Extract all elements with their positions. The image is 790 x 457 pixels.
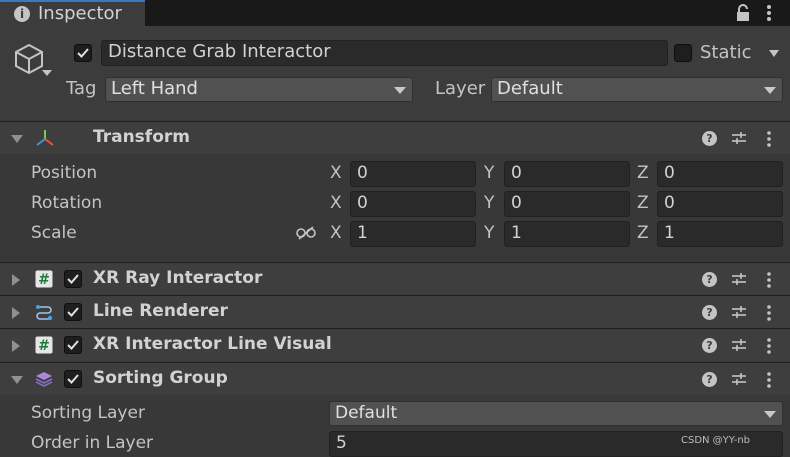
- transform-icon: [36, 130, 54, 146]
- component-enabled-checkbox[interactable]: [64, 270, 82, 288]
- layer-value: Default: [497, 78, 563, 99]
- presets-icon[interactable]: [731, 337, 747, 353]
- script-icon: #: [35, 336, 53, 354]
- rotation-y-input[interactable]: 0: [504, 191, 630, 217]
- rotation-label: Rotation: [31, 193, 103, 213]
- component-menu-icon[interactable]: [766, 304, 772, 322]
- help-icon[interactable]: ?: [702, 305, 717, 320]
- scale-x-input[interactable]: 1: [350, 221, 476, 247]
- watermark-text: CSDN @YY-nb: [680, 435, 750, 446]
- axis-z-label: Z: [637, 163, 649, 183]
- foldout-open-icon[interactable]: [11, 135, 23, 143]
- layer-label: Layer: [435, 78, 486, 99]
- component-title: Sorting Group: [93, 368, 228, 388]
- component-enabled-checkbox[interactable]: [64, 303, 82, 321]
- axis-y-label: Y: [484, 163, 495, 183]
- checkmark-icon: [67, 340, 79, 350]
- component-title: XR Ray Interactor: [93, 268, 263, 288]
- icon-dropdown-arrow[interactable]: [42, 70, 52, 76]
- rotation-x-input[interactable]: 0: [350, 191, 476, 217]
- checkmark-icon: [67, 374, 79, 384]
- unlinked-chain-icon[interactable]: [296, 225, 316, 241]
- tag-label: Tag: [66, 78, 97, 99]
- help-icon[interactable]: ?: [702, 372, 717, 387]
- help-icon[interactable]: ?: [702, 131, 717, 146]
- presets-icon[interactable]: [731, 371, 747, 387]
- axis-y-label: Y: [484, 223, 495, 243]
- sorting-layer-value: Default: [335, 403, 398, 423]
- svg-text:#: #: [38, 338, 50, 354]
- layer-dropdown[interactable]: Default: [491, 77, 783, 102]
- lock-icon[interactable]: [734, 3, 752, 23]
- object-name-input[interactable]: Distance Grab Interactor: [101, 40, 668, 66]
- position-y-input[interactable]: 0: [504, 161, 630, 187]
- foldout-closed-icon[interactable]: [12, 307, 20, 319]
- chevron-down-icon: [394, 87, 406, 94]
- component-enabled-checkbox[interactable]: [64, 336, 82, 354]
- foldout-open-icon[interactable]: [11, 376, 23, 384]
- presets-icon[interactable]: [731, 130, 747, 146]
- component-header-xr-ray-interactor[interactable]: # XR Ray Interactor ?: [0, 262, 790, 295]
- help-icon[interactable]: ?: [702, 272, 717, 287]
- gameobject-cube-icon: [15, 43, 43, 75]
- component-menu-icon[interactable]: [766, 337, 772, 355]
- scale-y-input[interactable]: 1: [504, 221, 630, 247]
- component-header-xr-interactor-line-visual[interactable]: # XR Interactor Line Visual ?: [0, 328, 790, 361]
- position-label: Position: [31, 163, 98, 183]
- scale-label: Scale: [31, 223, 77, 243]
- svg-text:#: #: [38, 272, 50, 288]
- position-z-input[interactable]: 0: [657, 161, 783, 187]
- component-menu-icon[interactable]: [766, 130, 772, 148]
- component-menu-icon[interactable]: [766, 371, 772, 389]
- component-title: XR Interactor Line Visual: [93, 334, 332, 354]
- order-in-layer-label: Order in Layer: [31, 433, 154, 453]
- component-header-line-renderer[interactable]: Line Renderer ?: [0, 295, 790, 328]
- foldout-closed-icon[interactable]: [12, 274, 20, 286]
- component-enabled-checkbox[interactable]: [64, 370, 82, 388]
- presets-icon[interactable]: [731, 271, 747, 287]
- chevron-down-icon: [764, 411, 776, 418]
- object-header: Distance Grab Interactor Static Tag Left…: [0, 26, 790, 120]
- transform-header[interactable]: Transform ?: [0, 121, 790, 154]
- info-icon: i: [14, 6, 30, 22]
- line-renderer-icon: [36, 305, 53, 321]
- rotation-z-input[interactable]: 0: [657, 191, 783, 217]
- script-icon: #: [35, 270, 53, 288]
- chevron-down-icon: [764, 87, 776, 94]
- scale-z-input[interactable]: 1: [657, 221, 783, 247]
- component-header-sorting-group[interactable]: Sorting Group ?: [0, 362, 790, 395]
- component-title: Line Renderer: [93, 301, 228, 321]
- tab-label: Inspector: [38, 3, 122, 24]
- axis-z-label: Z: [637, 193, 649, 213]
- static-checkbox[interactable]: [674, 44, 692, 62]
- static-dropdown-arrow[interactable]: [769, 50, 779, 57]
- tag-value: Left Hand: [111, 78, 198, 99]
- checkmark-icon: [67, 274, 79, 284]
- checkmark-icon: [67, 307, 79, 317]
- presets-icon[interactable]: [731, 304, 747, 320]
- tab-menu-icon[interactable]: [764, 3, 774, 23]
- axis-x-label: X: [330, 163, 342, 183]
- foldout-closed-icon[interactable]: [12, 340, 20, 352]
- checkmark-icon: [77, 48, 89, 58]
- active-checkbox[interactable]: [74, 44, 92, 62]
- position-x-input[interactable]: 0: [350, 161, 476, 187]
- help-icon[interactable]: ?: [702, 338, 717, 353]
- component-menu-icon[interactable]: [766, 271, 772, 289]
- tag-dropdown[interactable]: Left Hand: [105, 77, 413, 102]
- static-label: Static: [700, 42, 752, 63]
- component-title: Transform: [93, 127, 190, 147]
- sorting-layer-dropdown[interactable]: Default: [329, 401, 783, 426]
- axis-x-label: X: [330, 193, 342, 213]
- axis-x-label: X: [330, 223, 342, 243]
- sorting-group-icon: [35, 372, 53, 387]
- tab-inspector[interactable]: i Inspector: [0, 0, 145, 26]
- axis-y-label: Y: [484, 193, 495, 213]
- axis-z-label: Z: [637, 223, 649, 243]
- sorting-layer-label: Sorting Layer: [31, 403, 145, 423]
